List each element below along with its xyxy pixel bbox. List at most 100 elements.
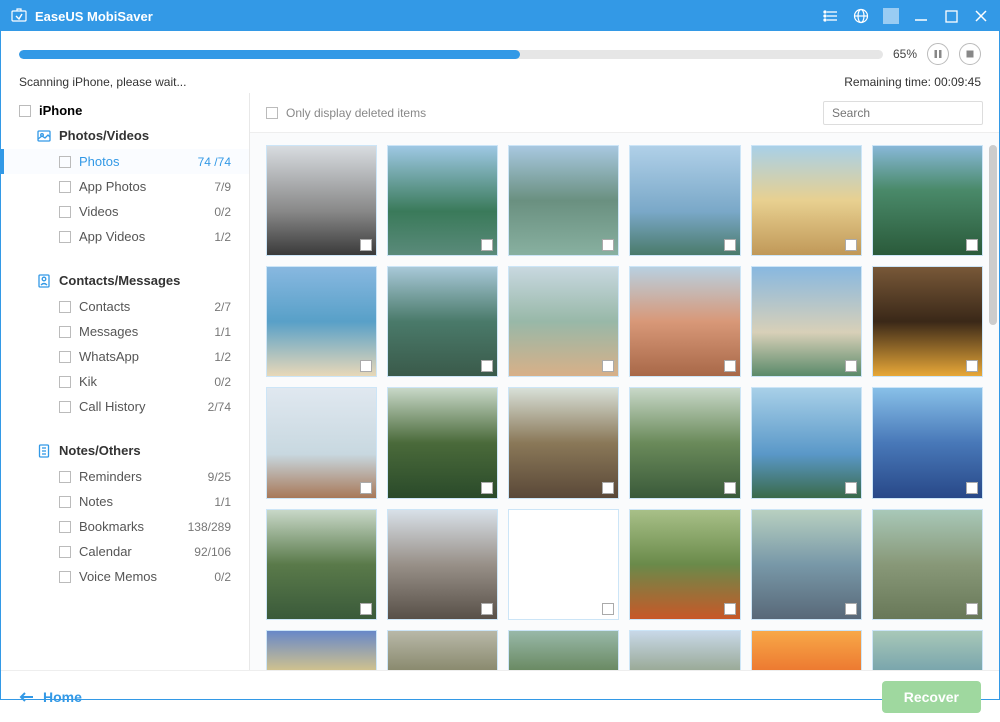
checkbox[interactable] [19,105,31,117]
category-photos-videos[interactable]: Photos/Videos [1,122,249,149]
sidebar-item-kik[interactable]: Kik0/2 [1,369,249,394]
sidebar-item-messages[interactable]: Messages1/1 [1,319,249,344]
checkbox[interactable] [59,376,71,388]
thumbnail-checkbox[interactable] [602,239,614,251]
thumbnail-checkbox[interactable] [966,603,978,615]
photo-thumbnail[interactable] [387,630,498,670]
category-notes-others[interactable]: Notes/Others [1,437,249,464]
checkbox[interactable] [59,326,71,338]
sidebar-item-call-history[interactable]: Call History2/74 [1,394,249,419]
thumbnail-checkbox[interactable] [602,360,614,372]
only-deleted-checkbox[interactable] [266,107,278,119]
thumbnail-checkbox[interactable] [360,482,372,494]
photo-thumbnail[interactable] [266,145,377,256]
checkbox[interactable] [59,401,71,413]
photo-thumbnail[interactable] [629,266,740,377]
photo-thumbnail[interactable] [629,387,740,498]
photo-thumbnail[interactable] [629,630,740,670]
thumbnail-checkbox[interactable] [966,239,978,251]
photo-thumbnail[interactable] [266,509,377,620]
photo-thumbnail[interactable] [508,630,619,670]
photo-thumbnail[interactable] [751,145,862,256]
thumbnail-checkbox[interactable] [481,603,493,615]
scrollbar[interactable] [989,145,997,325]
sidebar-item-videos[interactable]: Videos0/2 [1,199,249,224]
photo-thumbnail[interactable] [266,630,377,670]
thumbnail-checkbox[interactable] [360,239,372,251]
sidebar-item-bookmarks[interactable]: Bookmarks138/289 [1,514,249,539]
thumbnail-checkbox[interactable] [724,603,736,615]
photo-thumbnail[interactable] [872,630,983,670]
photo-thumbnail[interactable] [266,387,377,498]
thumbnail-checkbox[interactable] [845,482,857,494]
thumbnail-checkbox[interactable] [481,239,493,251]
checkbox[interactable] [59,301,71,313]
thumbnail-checkbox[interactable] [360,360,372,372]
thumbnail-checkbox[interactable] [481,482,493,494]
photo-thumbnail[interactable] [387,387,498,498]
photo-thumbnail[interactable] [629,145,740,256]
photo-icon [37,129,51,143]
checkbox[interactable] [59,471,71,483]
recover-button[interactable]: Recover [882,681,981,713]
thumbnail-checkbox[interactable] [724,239,736,251]
photo-thumbnail[interactable] [751,509,862,620]
checkbox[interactable] [59,571,71,583]
sidebar-item-app-videos[interactable]: App Videos1/2 [1,224,249,249]
thumbnail-checkbox[interactable] [481,360,493,372]
photo-thumbnail[interactable] [387,509,498,620]
sidebar-item-photos[interactable]: Photos74 /74 [1,149,249,174]
checkbox[interactable] [59,351,71,363]
thumbnail-checkbox[interactable] [602,482,614,494]
checkbox[interactable] [59,546,71,558]
photo-thumbnail[interactable] [751,266,862,377]
thumbnail-checkbox[interactable] [966,482,978,494]
thumbnail-checkbox[interactable] [360,603,372,615]
checkbox[interactable] [59,156,71,168]
thumbnail-checkbox[interactable] [845,360,857,372]
sidebar-item-contacts[interactable]: Contacts2/7 [1,294,249,319]
photo-thumbnail[interactable] [872,387,983,498]
thumbnail-checkbox[interactable] [845,239,857,251]
sidebar-item-voice-memos[interactable]: Voice Memos0/2 [1,564,249,589]
thumbnail-checkbox[interactable] [724,482,736,494]
checkbox[interactable] [59,521,71,533]
sidebar-item-app-photos[interactable]: App Photos7/9 [1,174,249,199]
category-contacts-messages[interactable]: Contacts/Messages [1,267,249,294]
photo-thumbnail[interactable] [629,509,740,620]
photo-thumbnail[interactable] [508,145,619,256]
maximize-button[interactable] [943,8,959,24]
minimize-button[interactable] [913,8,929,24]
pause-button[interactable] [927,43,949,65]
checkbox[interactable] [59,496,71,508]
photo-thumbnail[interactable] [872,145,983,256]
photo-thumbnail[interactable] [508,266,619,377]
checkbox[interactable] [59,231,71,243]
photo-thumbnail[interactable] [872,266,983,377]
globe-icon[interactable] [853,8,869,24]
tree-root-iphone[interactable]: iPhone [1,99,249,122]
checkbox[interactable] [59,206,71,218]
photo-thumbnail[interactable] [387,145,498,256]
thumbnail-checkbox[interactable] [966,360,978,372]
home-link[interactable]: Home [19,689,82,705]
photo-thumbnail[interactable] [508,509,619,620]
thumbnail-checkbox[interactable] [845,603,857,615]
photo-thumbnail[interactable] [751,387,862,498]
photo-thumbnail[interactable] [751,630,862,670]
checkbox[interactable] [59,181,71,193]
thumbnail-checkbox[interactable] [724,360,736,372]
list-icon[interactable] [823,8,839,24]
photo-thumbnail[interactable] [872,509,983,620]
sidebar-item-notes[interactable]: Notes1/1 [1,489,249,514]
photo-thumbnail[interactable] [266,266,377,377]
stop-button[interactable] [959,43,981,65]
photo-thumbnail[interactable] [508,387,619,498]
sidebar-item-reminders[interactable]: Reminders9/25 [1,464,249,489]
close-button[interactable] [973,8,989,24]
thumbnail-checkbox[interactable] [602,603,614,615]
sidebar-item-calendar[interactable]: Calendar92/106 [1,539,249,564]
search-input[interactable] [823,101,983,125]
sidebar-item-whatsapp[interactable]: WhatsApp1/2 [1,344,249,369]
photo-thumbnail[interactable] [387,266,498,377]
